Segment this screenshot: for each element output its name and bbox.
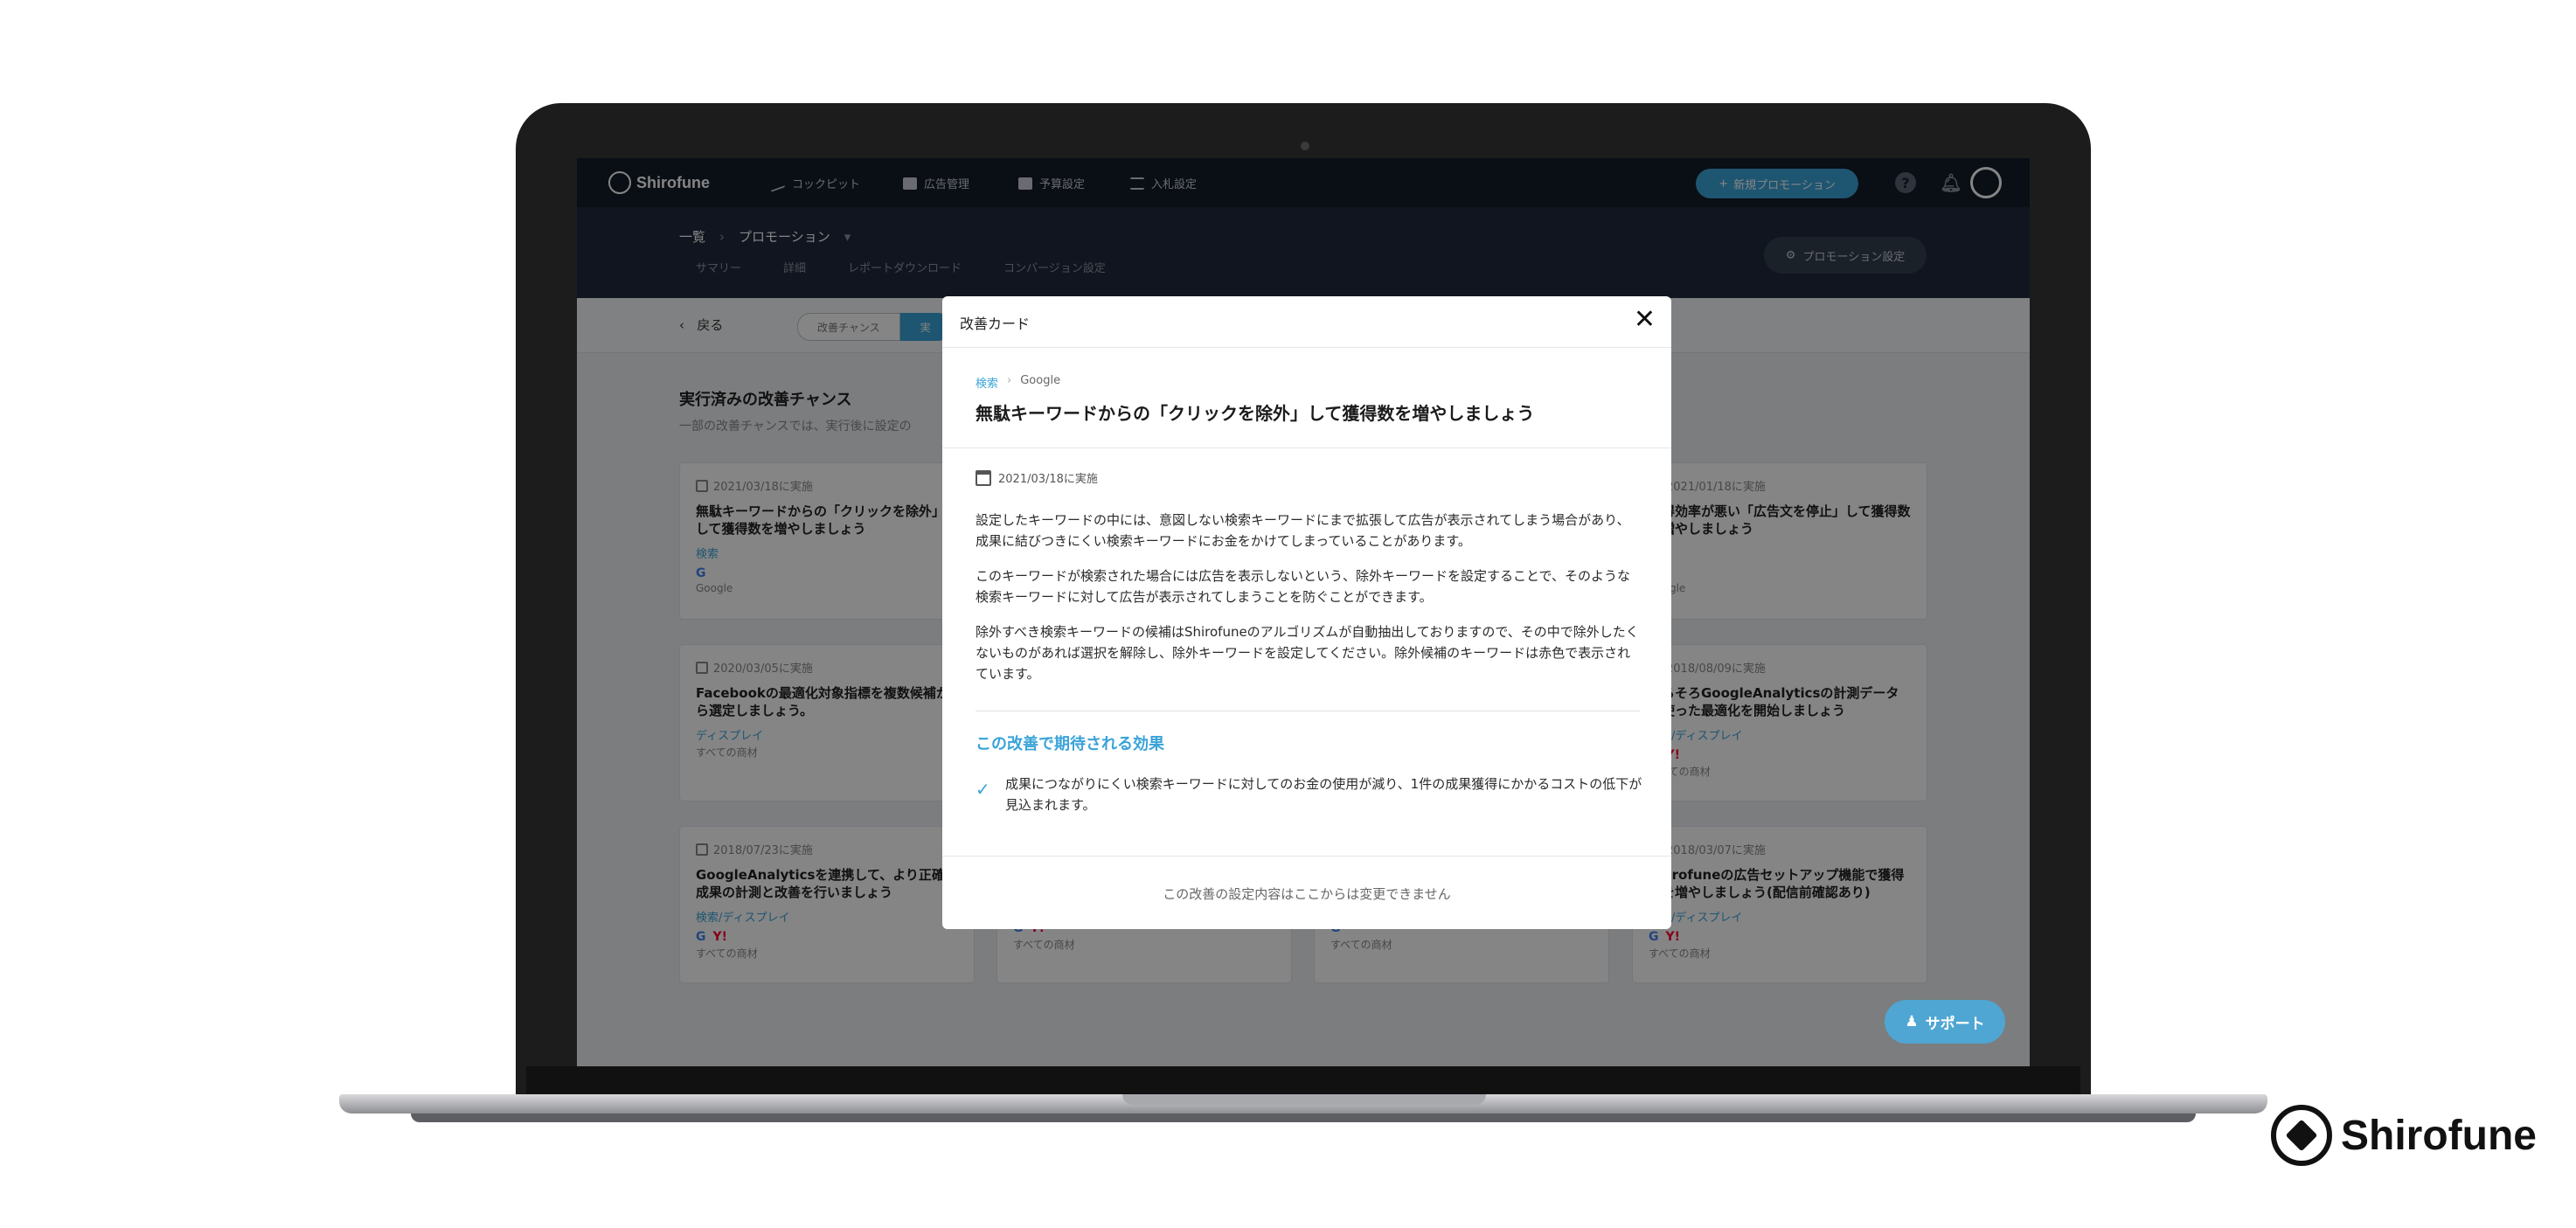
close-icon[interactable]: ✕ [1634, 305, 1656, 335]
modal-footer-note: この改善の設定内容はここからは変更できません [1163, 886, 1451, 902]
modal-header: 改善カード ✕ [942, 296, 1671, 348]
modal-date-text: 2021/03/18に実施 [998, 473, 1098, 486]
check-icon: ✓ [976, 779, 990, 800]
modal-crumb-media: Google [1020, 374, 1061, 387]
divider [942, 447, 1671, 448]
modal-header-title: 改善カード [960, 316, 1031, 332]
improvement-card-modal: 改善カード ✕ 検索 › Google 無駄キーワードからの「クリックを除外」し… [942, 296, 1671, 929]
laptop-base-shadow [411, 1114, 2196, 1122]
modal-date: 2021/03/18に実施 [976, 469, 1098, 486]
support-button[interactable]: ♟ サポート [1885, 1000, 2005, 1044]
brand-text: Shirofune [2341, 1112, 2537, 1159]
chevron-right-icon: › [1007, 374, 1012, 387]
calendar-icon [976, 469, 991, 486]
shirofune-logo-icon [2271, 1105, 2332, 1166]
laptop-chin [526, 1066, 2080, 1096]
modal-paragraph: 除外すべき検索キーワードの候補はShirofuneのアルゴリズムが自動抽出してお… [976, 624, 1639, 682]
camera-icon [1301, 142, 1309, 150]
headset-icon: ♟ [1905, 1013, 1919, 1030]
support-label: サポート [1925, 1015, 1985, 1033]
brand-logo: Shirofune [2271, 1105, 2537, 1166]
modal-title: 無駄キーワードからの「クリックを除外」して獲得数を増やしましょう [976, 403, 1535, 424]
modal-paragraph: このキーワードが検索された場合には広告を表示しないという、除外キーワードを設定す… [976, 568, 1630, 605]
effect-heading: この改善で期待される効果 [976, 735, 1164, 753]
modal-paragraph: 設定したキーワードの中には、意図しない検索キーワードにまで拡張して広告が表示され… [976, 512, 1630, 549]
modal-crumb-category[interactable]: 検索 [976, 374, 998, 391]
effect-text: 成果につながりにくい検索キーワードに対してのお金の使用が減り、1件の成果獲得にか… [1005, 776, 1642, 813]
modal-footer: この改善の設定内容はここからは変更できません [942, 856, 1671, 929]
modal-breadcrumb: 検索 › Google [976, 374, 1060, 391]
laptop-notch [1122, 1094, 1486, 1105]
